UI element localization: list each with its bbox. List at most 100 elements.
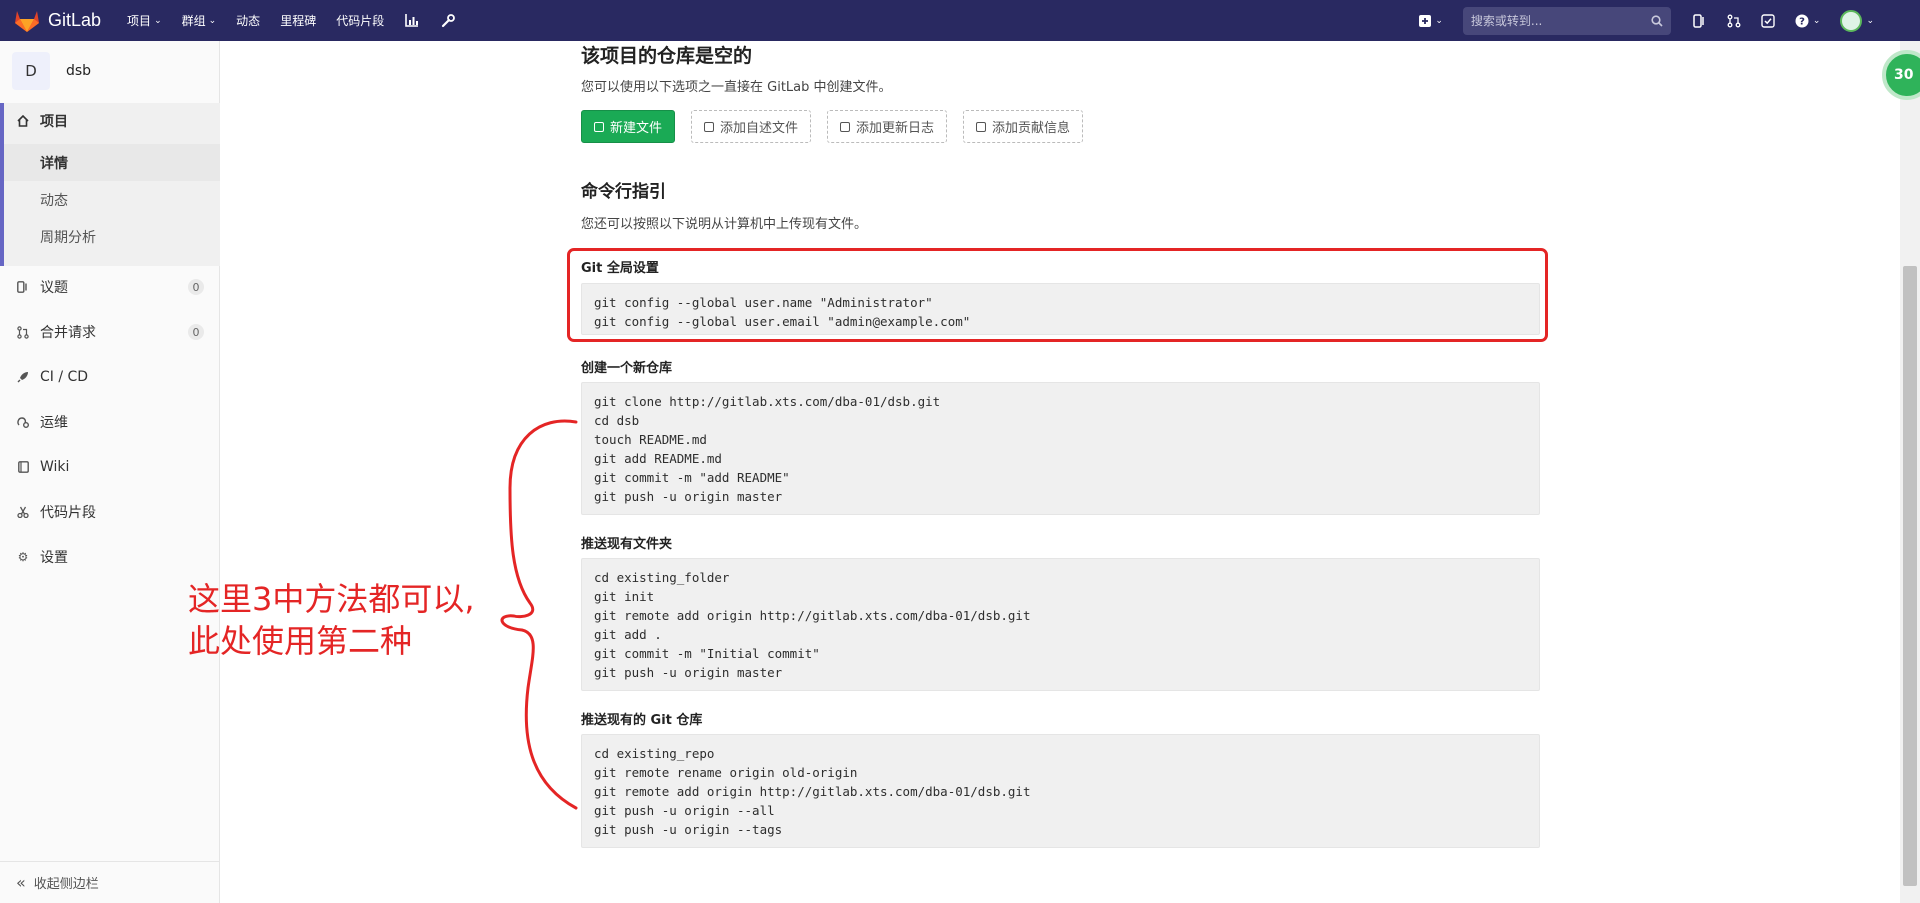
nav-projects[interactable]: 项目 ⌄ <box>127 12 162 29</box>
chart-icon[interactable] <box>404 13 420 29</box>
wrench-icon[interactable] <box>440 13 456 29</box>
plus-square-icon <box>704 121 715 132</box>
issues-icon <box>16 280 30 294</box>
nav-groups[interactable]: 群组 ⌄ <box>182 12 217 29</box>
sidebar-sub-cycle-analytics[interactable]: 周期分析 <box>4 218 220 255</box>
issues-count-badge: 0 <box>188 279 204 295</box>
code-line: git init <box>594 589 655 604</box>
help-dropdown[interactable]: ? ⌄ <box>1785 0 1831 41</box>
new-file-label: 新建文件 <box>610 121 663 136</box>
search-icon <box>1651 14 1663 27</box>
sidebar-item-label: 代码片段 <box>40 505 96 521</box>
code-line: git push -u origin master <box>594 489 783 504</box>
code-line: git add . <box>594 627 662 642</box>
merge-requests-nav-button[interactable] <box>1717 0 1751 41</box>
brand-text: GitLab <box>48 10 102 30</box>
sidebar-item-issues[interactable]: 议题 0 <box>0 269 220 305</box>
floating-green-badge[interactable]: 30 <box>1882 50 1920 100</box>
page-title: 该项目的仓库是空的 <box>581 45 753 67</box>
annotation-text: 这里3中方法都可以, 此处使用第二种 <box>188 578 475 662</box>
code-line: git add README.md <box>594 451 722 466</box>
collapse-sidebar-button[interactable]: « 收起侧边栏 <box>0 861 220 903</box>
code-line: cd existing_repo <box>594 746 715 761</box>
new-dropdown[interactable]: ⌄ <box>1409 0 1453 41</box>
code-block-existing-folder[interactable]: cd existing_folder git init git remote a… <box>581 558 1540 691</box>
sidebar-item-label: CI / CD <box>40 369 89 385</box>
section-title-new-repo: 创建一个新仓库 <box>581 361 673 376</box>
sidebar: D dsb 项目 详情 动态 周期分析 议题 0 合并请求 0 CI / CD <box>0 41 220 903</box>
code-line: git push -u origin --tags <box>594 822 783 837</box>
code-line: cd dsb <box>594 413 640 428</box>
sidebar-item-ci-cd[interactable]: CI / CD <box>0 359 220 395</box>
chevron-down-icon: ⌄ <box>154 15 162 26</box>
avatar <box>1840 9 1863 32</box>
nav-groups-label: 群组 <box>181 14 206 28</box>
sidebar-item-operations[interactable]: 运维 <box>0 404 220 440</box>
nav-snippets[interactable]: 代码片段 <box>336 12 384 29</box>
nav-right: ⌄ 搜索或转到... ? ⌄ ⌄ <box>1409 0 1920 41</box>
double-chevron-left-icon: « <box>16 873 26 892</box>
sidebar-item-settings[interactable]: ⚙ 设置 <box>0 539 220 575</box>
add-changelog-button[interactable]: 添加更新日志 <box>827 110 948 143</box>
snippet-icon <box>16 505 30 519</box>
search-placeholder: 搜索或转到... <box>1470 14 1543 28</box>
cli-title: 命令行指引 <box>581 182 666 202</box>
red-brace-annotation <box>500 419 578 810</box>
project-name: dsb <box>66 63 92 79</box>
annotation-line-2: 此处使用第二种 <box>188 622 413 660</box>
scrollbar-thumb[interactable] <box>1903 266 1917 886</box>
scrollbar-track[interactable] <box>1900 41 1920 903</box>
sidebar-item-label: 设置 <box>40 550 68 566</box>
gitlab-app: GitLab 项目⌄ 群组⌄ 动态 里程碑 代码片段 ⌄ 搜索或转到... <box>0 0 1920 903</box>
issues-nav-button[interactable] <box>1683 0 1717 41</box>
todo-check-icon <box>1761 13 1775 28</box>
sidebar-item-project[interactable]: 项目 <box>0 103 220 139</box>
search-input[interactable]: 搜索或转到... <box>1462 6 1671 35</box>
user-dropdown[interactable]: ⌄ <box>1830 0 1920 41</box>
chevron-down-icon: ⌄ <box>208 15 217 26</box>
brand[interactable]: GitLab <box>14 9 101 33</box>
merge-request-icon <box>16 325 30 339</box>
issues-icon <box>1693 13 1704 28</box>
plus-square-icon <box>1419 14 1432 27</box>
new-file-button[interactable]: 新建文件 <box>581 110 676 143</box>
merge-request-icon <box>1727 14 1741 27</box>
code-block-new-repo[interactable]: git clone http://gitlab.xts.com/dba-01/d… <box>581 382 1540 515</box>
sidebar-item-wiki[interactable]: Wiki <box>0 449 220 485</box>
sidebar-sub-details[interactable]: 详情 <box>4 144 220 181</box>
sidebar-item-label: 项目 <box>40 114 68 130</box>
code-line: git push -u origin --all <box>594 803 775 818</box>
annotation-line-1: 这里3中方法都可以, <box>188 580 475 618</box>
add-contributing-label: 添加贡献信息 <box>992 121 1071 136</box>
add-changelog-label: 添加更新日志 <box>856 121 935 136</box>
code-line: git commit -m "add README" <box>594 470 790 485</box>
sidebar-sub-activity[interactable]: 动态 <box>4 181 220 218</box>
rocket-icon <box>16 370 30 384</box>
sidebar-item-label: 运维 <box>40 415 68 431</box>
sidebar-item-snippets[interactable]: 代码片段 <box>0 494 220 530</box>
add-contributing-button[interactable]: 添加贡献信息 <box>963 110 1084 143</box>
home-icon <box>16 114 30 128</box>
sidebar-item-merge-requests[interactable]: 合并请求 0 <box>0 314 220 350</box>
chevron-down-icon: ⌄ <box>1812 15 1821 26</box>
nav-projects-label: 项目 <box>127 14 152 28</box>
top-navbar: GitLab 项目⌄ 群组⌄ 动态 里程碑 代码片段 ⌄ 搜索或转到... <box>0 0 1920 41</box>
book-icon <box>16 460 30 474</box>
code-line: git remote rename origin old-origin <box>594 765 858 780</box>
nav-activity[interactable]: 动态 <box>236 12 260 29</box>
cli-description: 您还可以按照以下说明从计算机中上传现有文件。 <box>581 217 868 232</box>
code-line: git push -u origin master <box>594 665 783 680</box>
code-line: git remote add origin http://gitlab.xts.… <box>594 608 1031 623</box>
plus-square-icon <box>976 121 987 132</box>
nav-milestones[interactable]: 里程碑 <box>280 12 316 29</box>
add-readme-label: 添加自述文件 <box>720 121 799 136</box>
code-block-existing-repo[interactable]: cd existing_repo git remote rename origi… <box>581 734 1540 848</box>
nav-menu: 项目 ⌄ 群组 ⌄ 动态 里程碑 代码片段 <box>127 12 476 29</box>
add-readme-button[interactable]: 添加自述文件 <box>691 110 812 143</box>
section-title-existing-folder: 推送现有文件夹 <box>581 537 673 552</box>
empty-repo-description: 您可以使用以下选项之一直接在 GitLab 中创建文件。 <box>581 80 892 95</box>
sidebar-item-label: Wiki <box>40 459 70 475</box>
todos-nav-button[interactable] <box>1751 0 1785 41</box>
sidebar-item-label: 议题 <box>40 280 68 296</box>
sidebar-project-header[interactable]: D dsb <box>0 41 219 101</box>
